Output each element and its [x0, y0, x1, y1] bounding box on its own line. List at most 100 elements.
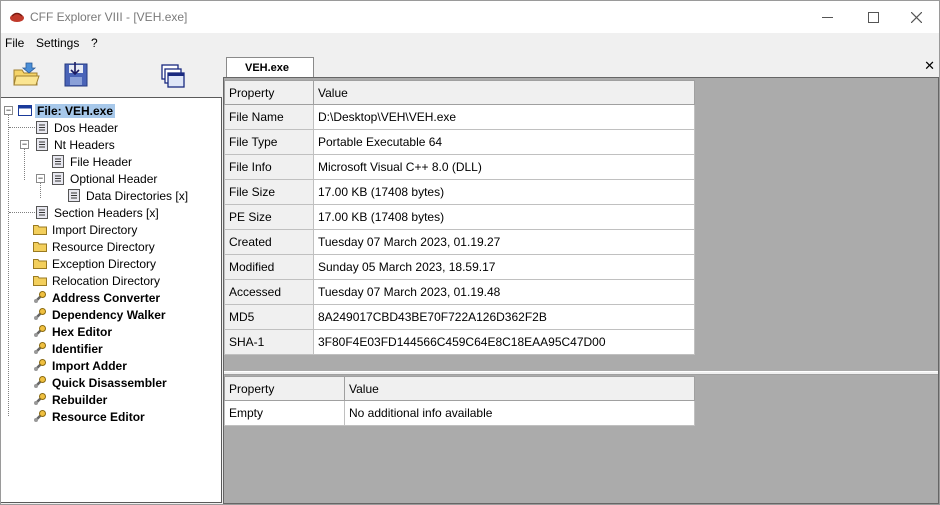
property-cell: File Info: [224, 154, 314, 180]
value-cell: Sunday 05 March 2023, 18.59.17: [313, 254, 695, 280]
table-row[interactable]: Created Tuesday 07 March 2023, 01.19.27: [224, 229, 695, 255]
tree-item-relocation-directory[interactable]: Relocation Directory: [33, 272, 162, 289]
toolbar: [1, 53, 221, 97]
minimize-button[interactable]: [804, 1, 850, 33]
tree-item-dos-header[interactable]: Dos Header: [35, 119, 120, 136]
column-header-value[interactable]: Value: [313, 80, 695, 105]
save-button[interactable]: [59, 57, 93, 93]
wrench-icon: [34, 308, 46, 320]
maximize-button[interactable]: [850, 1, 896, 33]
tree-item-file[interactable]: File: VEH.exe: [18, 102, 116, 119]
open-button[interactable]: [9, 57, 43, 93]
table-row[interactable]: MD5 8A249017CBD43BE70F722A126D362F2B: [224, 304, 695, 330]
column-header-property[interactable]: Property: [224, 376, 345, 401]
value-cell: 3F80F4E03FD144566C459C64E8C18EAA95C47D00: [313, 329, 695, 355]
table-row[interactable]: Empty No additional info available: [224, 400, 695, 426]
menu-help[interactable]: ?: [91, 36, 98, 50]
property-cell: Accessed: [224, 279, 314, 305]
wrench-icon: [34, 359, 46, 371]
collapse-toggle[interactable]: −: [20, 140, 29, 149]
tree-item-resource-directory[interactable]: Resource Directory: [33, 238, 157, 255]
table-header-row: Property Value: [224, 80, 695, 105]
tree-item-section-headers[interactable]: Section Headers [x]: [35, 204, 161, 221]
open-folder-icon: [13, 62, 40, 86]
tree-item-import-adder[interactable]: Import Adder: [33, 357, 129, 374]
value-cell: Portable Executable 64: [313, 129, 695, 155]
property-cell: Modified: [224, 254, 314, 280]
close-icon: [910, 11, 922, 23]
tree-item-import-directory[interactable]: Import Directory: [33, 221, 139, 238]
value-cell: Tuesday 07 March 2023, 01.19.27: [313, 229, 695, 255]
property-cell: Empty: [224, 400, 345, 426]
tree-line: [9, 127, 35, 128]
pane-splitter[interactable]: [224, 371, 938, 375]
table-row[interactable]: File Type Portable Executable 64: [224, 129, 695, 155]
value-cell: Microsoft Visual C++ 8.0 (DLL): [313, 154, 695, 180]
folder-icon: [33, 259, 47, 269]
tab-strip: VEH.exe ✕: [222, 53, 939, 78]
menu-file[interactable]: File: [5, 36, 24, 50]
property-cell: SHA-1: [224, 329, 314, 355]
folder-icon: [33, 276, 47, 286]
table-row[interactable]: Accessed Tuesday 07 March 2023, 01.19.48: [224, 279, 695, 305]
tree-item-nt-headers[interactable]: Nt Headers: [35, 136, 117, 153]
window-title: CFF Explorer VIII - [VEH.exe]: [30, 10, 188, 24]
value-cell: 17.00 KB (17408 bytes): [313, 204, 695, 230]
windows-button[interactable]: [155, 57, 189, 93]
column-header-property[interactable]: Property: [224, 80, 314, 105]
tree-item-identifier[interactable]: Identifier: [33, 340, 105, 357]
properties-table: Property Value File Name D:\Desktop\VEH\V…: [224, 80, 695, 355]
table-row[interactable]: File Info Microsoft Visual C++ 8.0 (DLL): [224, 154, 695, 180]
property-cell: PE Size: [224, 204, 314, 230]
collapse-toggle[interactable]: −: [4, 106, 13, 115]
tree-item-exception-directory[interactable]: Exception Directory: [33, 255, 158, 272]
tree-item-dependency-walker[interactable]: Dependency Walker: [33, 306, 168, 323]
table-icon: [36, 206, 48, 219]
windows-icon: [161, 64, 185, 88]
property-cell: Created: [224, 229, 314, 255]
folder-icon: [33, 242, 47, 252]
tree-item-hex-editor[interactable]: Hex Editor: [33, 323, 114, 340]
title-bar[interactable]: CFF Explorer VIII - [VEH.exe]: [1, 1, 939, 33]
folder-icon: [33, 225, 47, 235]
wrench-icon: [34, 410, 46, 422]
tree-item-data-directories[interactable]: Data Directories [x]: [67, 187, 190, 204]
tab-veh-exe[interactable]: VEH.exe: [226, 57, 314, 78]
tree-item-address-converter[interactable]: Address Converter: [33, 289, 162, 306]
table-icon: [52, 172, 64, 185]
app-window: CFF Explorer VIII - [VEH.exe] File Setti…: [0, 0, 940, 505]
table-row[interactable]: File Name D:\Desktop\VEH\VEH.exe: [224, 104, 695, 130]
column-header-value[interactable]: Value: [344, 376, 695, 401]
wrench-icon: [34, 342, 46, 354]
tree-line: [40, 182, 41, 198]
tree-item-quick-disassembler[interactable]: Quick Disassembler: [33, 374, 169, 391]
tree-item-file-header[interactable]: File Header: [51, 153, 134, 170]
additional-info-table: Property Value Empty No additional info a…: [224, 376, 695, 426]
table-header-row: Property Value: [224, 376, 695, 401]
value-cell: 17.00 KB (17408 bytes): [313, 179, 695, 205]
wrench-icon: [34, 393, 46, 405]
table-icon: [36, 138, 48, 151]
content-pane: Property Value File Name D:\Desktop\VEH\V…: [223, 77, 939, 504]
table-row[interactable]: PE Size 17.00 KB (17408 bytes): [224, 204, 695, 230]
window-icon: [18, 105, 32, 116]
close-tab-icon[interactable]: ✕: [924, 58, 935, 74]
table-row[interactable]: File Size 17.00 KB (17408 bytes): [224, 179, 695, 205]
table-icon: [36, 121, 48, 134]
tree-line: [24, 148, 25, 180]
value-cell: D:\Desktop\VEH\VEH.exe: [313, 104, 695, 130]
close-button[interactable]: [893, 1, 939, 33]
menu-settings[interactable]: Settings: [36, 36, 79, 50]
tree-view[interactable]: − − − File: VEH.exe Dos Header Nt Header…: [1, 97, 222, 503]
tree-item-optional-header[interactable]: Optional Header: [51, 170, 159, 187]
tree-item-resource-editor[interactable]: Resource Editor: [33, 408, 147, 425]
table-row[interactable]: SHA-1 3F80F4E03FD144566C459C64E8C18EAA95C…: [224, 329, 695, 355]
table-icon: [52, 155, 64, 168]
minimize-icon: [821, 16, 833, 18]
property-cell: File Type: [224, 129, 314, 155]
table-row[interactable]: Modified Sunday 05 March 2023, 18.59.17: [224, 254, 695, 280]
wrench-icon: [34, 376, 46, 388]
collapse-toggle[interactable]: −: [36, 174, 45, 183]
tree-item-rebuilder[interactable]: Rebuilder: [33, 391, 109, 408]
menu-bar: File Settings ?: [1, 33, 939, 53]
